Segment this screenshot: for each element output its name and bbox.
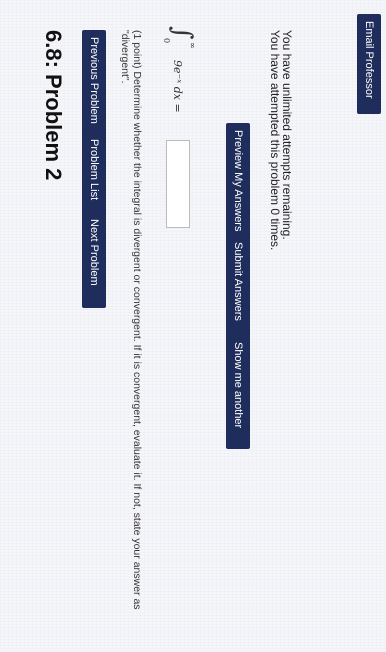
problem-list-button[interactable]: Problem List — [82, 132, 106, 218]
integral-upper-limit: ∞ — [188, 42, 197, 49]
page-title: 6.8: Problem 2 — [41, 30, 66, 181]
previous-problem-button[interactable]: Previous Problem — [82, 30, 106, 138]
email-professor-button[interactable]: Email Professor — [357, 14, 381, 114]
next-problem-button[interactable]: Next Problem — [82, 212, 106, 308]
integral-lower-limit: 0 — [162, 38, 171, 44]
preview-answers-button[interactable]: Preview My Answers — [226, 123, 250, 239]
problem-page: 6.8: Problem 2 Previous Problem Problem … — [0, 0, 386, 652]
attempts-remaining: You have unlimited attempts remaining. — [280, 30, 294, 240]
answer-input[interactable] — [166, 140, 190, 228]
screen: 6.8: Problem 2 Previous Problem Problem … — [0, 0, 386, 652]
integrand: 9e⁻ˣ dx = — [171, 60, 184, 113]
integral-sign-icon: ∫ — [167, 26, 197, 40]
problem-statement: (1 point) Determine whether the integral… — [119, 30, 143, 610]
show-another-button[interactable]: Show me another — [226, 335, 250, 449]
submit-answers-button[interactable]: Submit Answers — [226, 235, 250, 339]
integral-expression: ∫ ∞ 0 9e⁻ˣ dx = — [162, 26, 197, 156]
